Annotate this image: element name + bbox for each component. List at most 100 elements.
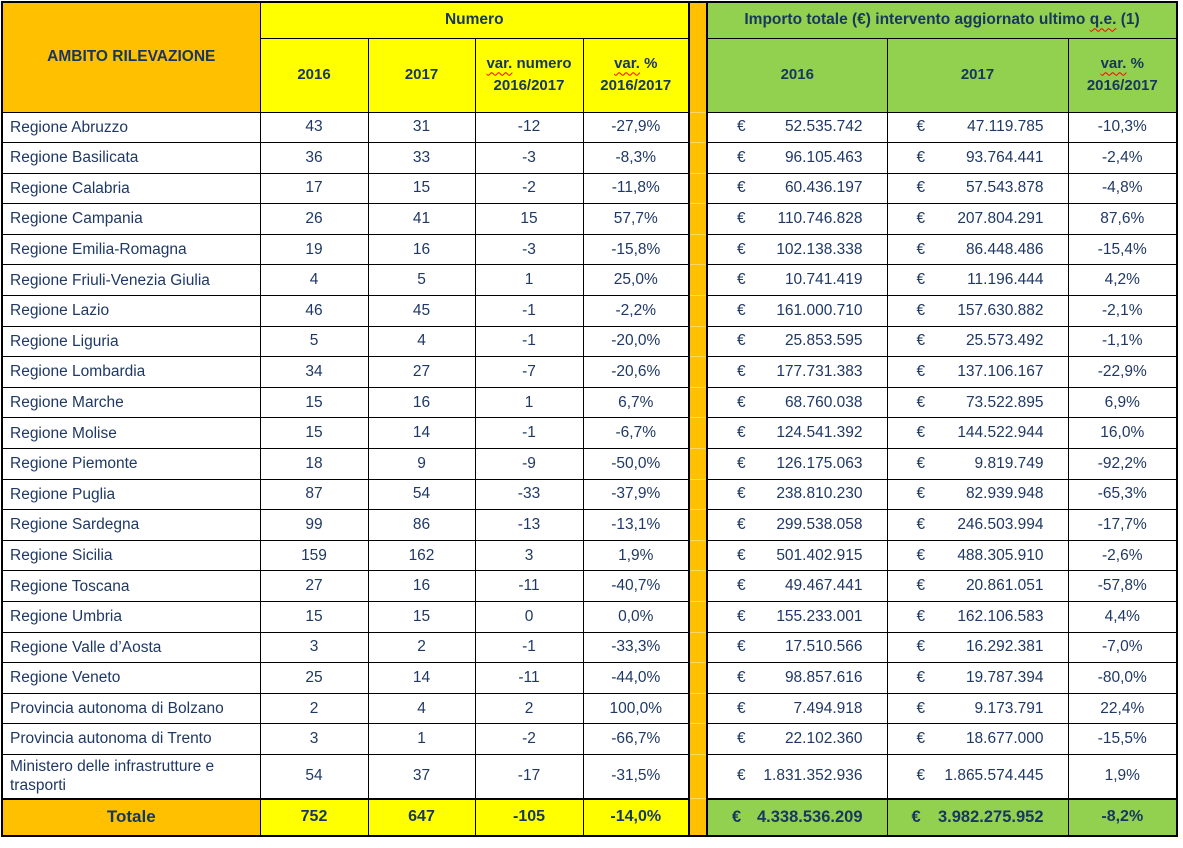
- importo-2016-cell: €126.175.063: [707, 449, 887, 480]
- importo-2017-cell-value: 488.305.910: [957, 547, 1043, 565]
- totale-importo-2016: € 4.338.536.209: [707, 799, 887, 836]
- separator-cell: [689, 204, 707, 235]
- var-numero-cell: -1: [475, 632, 583, 663]
- row-label: Regione Molise: [2, 418, 260, 449]
- table-row: Regione Puglia8754-33-37,9%€238.810.230€…: [2, 479, 1177, 510]
- table-row: Regione Sardegna9986-13-13,1%€299.538.05…: [2, 510, 1177, 541]
- importo-2016-cell: €102.138.338: [707, 234, 887, 265]
- importo-2016-cell: €68.760.038: [707, 387, 887, 418]
- importo-2016-cell: €1.831.352.936: [707, 754, 887, 798]
- importo-2016-cell-value: 68.760.038: [785, 394, 863, 412]
- importo-2016-cell-value: 124.541.392: [776, 424, 862, 442]
- row-label: Regione Veneto: [2, 663, 260, 694]
- importo-2017-cell: €93.764.441: [887, 143, 1068, 174]
- numero-2017-cell: 14: [368, 418, 475, 449]
- numero-2016-cell: 54: [260, 754, 368, 798]
- separator-cell: [689, 112, 707, 143]
- importo-2017-cell: €9.819.749: [887, 449, 1068, 480]
- totale-var-pct: -14,0%: [583, 799, 689, 836]
- importo-group-qe: q.e.: [1090, 11, 1117, 28]
- column-header-importo-2017: 2017: [887, 38, 1068, 112]
- numero-2017-cell: 4: [368, 693, 475, 724]
- table-header: AMBITO RILEVAZIONE Numero Importo totale…: [2, 2, 1177, 112]
- numero-2017-cell: 41: [368, 204, 475, 235]
- var-years: 2016/2017: [1087, 77, 1158, 94]
- euro-symbol: €: [917, 485, 926, 503]
- importo-2017-cell-value: 9.819.749: [975, 455, 1044, 473]
- importo-var-pct-cell: 4,2%: [1068, 265, 1177, 296]
- importo-2016-cell-value: 161.000.710: [776, 302, 862, 320]
- importo-2016-cell: €124.541.392: [707, 418, 887, 449]
- table-row: Regione Emilia-Romagna1916-3-15,8%€102.1…: [2, 234, 1177, 265]
- var-pct-cell: -27,9%: [583, 112, 689, 143]
- importo-2017-cell: €16.292.381: [887, 632, 1068, 663]
- numero-2017-cell: 45: [368, 296, 475, 327]
- importo-group-suffix: (1): [1121, 11, 1140, 28]
- numero-2016-cell: 34: [260, 357, 368, 388]
- importo-2016-cell: €161.000.710: [707, 296, 887, 327]
- year-label: 2017: [405, 66, 438, 83]
- numero-2017-cell: 16: [368, 387, 475, 418]
- importo-2017-cell: €25.573.492: [887, 326, 1068, 357]
- euro-symbol: €: [737, 669, 746, 687]
- euro-symbol: €: [917, 767, 926, 785]
- var-pct-cell: -50,0%: [583, 449, 689, 480]
- importo-2016-cell: €98.857.616: [707, 663, 887, 694]
- column-header-numero-2017: 2017: [368, 38, 475, 112]
- importo-2016-cell: €96.105.463: [707, 143, 887, 174]
- year-label: 2017: [961, 66, 994, 83]
- numero-2016-cell: 15: [260, 602, 368, 633]
- var-pct-cell: -20,0%: [583, 326, 689, 357]
- var-years: 2016/2017: [494, 77, 565, 94]
- table-row: Regione Liguria54-1-20,0%€25.853.595€25.…: [2, 326, 1177, 357]
- row-label: Regione Basilicata: [2, 143, 260, 174]
- table-row: Regione Valle d’Aosta32-1-33,3%€17.510.5…: [2, 632, 1177, 663]
- numero-2017-cell: 31: [368, 112, 475, 143]
- table-row: Regione Friuli-Venezia Giulia45125,0%€10…: [2, 265, 1177, 296]
- var-numero-cell: -33: [475, 479, 583, 510]
- euro-symbol: €: [737, 485, 746, 503]
- importo-2016-cell-value: 60.436.197: [785, 179, 863, 197]
- separator-column: [689, 2, 707, 112]
- euro-symbol: €: [917, 730, 926, 748]
- importo-2016-cell: €299.538.058: [707, 510, 887, 541]
- var-pct-cell: -20,6%: [583, 357, 689, 388]
- importo-2016-cell-value: 102.138.338: [776, 241, 862, 259]
- row-label: Regione Liguria: [2, 326, 260, 357]
- table-row: Regione Abruzzo4331-12-27,9%€52.535.742€…: [2, 112, 1177, 143]
- importo-2017-cell-value: 19.787.394: [966, 669, 1044, 687]
- var-pct-cell: 100,0%: [583, 693, 689, 724]
- year-label: 2016: [781, 66, 814, 83]
- importo-2016-cell-value: 238.810.230: [776, 485, 862, 503]
- numero-2016-cell: 43: [260, 112, 368, 143]
- var-numero-cell: -12: [475, 112, 583, 143]
- row-label: Provincia autonoma di Bolzano: [2, 693, 260, 724]
- table-row: Ministero delle infrastrutture e traspor…: [2, 754, 1177, 798]
- table-row: Regione Campania26411557,7%€110.746.828€…: [2, 204, 1177, 235]
- var-numero-cell: 0: [475, 602, 583, 633]
- euro-symbol: €: [917, 332, 926, 350]
- var-rest: numero: [517, 55, 572, 72]
- importo-2016-cell-value: 177.731.383: [776, 363, 862, 381]
- importo-var-pct-cell: 4,4%: [1068, 602, 1177, 633]
- euro-symbol: €: [917, 302, 926, 320]
- var-pct-cell: -31,5%: [583, 754, 689, 798]
- row-label: Regione Valle d’Aosta: [2, 632, 260, 663]
- importo-2017-cell-value: 207.804.291: [957, 210, 1043, 228]
- importo-var-pct-cell: 87,6%: [1068, 204, 1177, 235]
- var-numero-cell: -2: [475, 724, 583, 755]
- row-label: Regione Friuli-Venezia Giulia: [2, 265, 260, 296]
- separator-cell: [689, 143, 707, 174]
- separator-cell: [689, 799, 707, 836]
- row-label: Regione Sardegna: [2, 510, 260, 541]
- var-numero-cell: 1: [475, 387, 583, 418]
- numero-2016-cell: 3: [260, 724, 368, 755]
- numero-2016-cell: 2: [260, 693, 368, 724]
- var-numero-cell: -2: [475, 173, 583, 204]
- euro-symbol: €: [737, 302, 746, 320]
- importo-var-pct-cell: -65,3%: [1068, 479, 1177, 510]
- numero-2016-cell: 15: [260, 418, 368, 449]
- ambito-label: AMBITO RILEVAZIONE: [47, 48, 215, 65]
- table-row: Provincia autonoma di Bolzano242100,0%€7…: [2, 693, 1177, 724]
- numero-2017-cell: 14: [368, 663, 475, 694]
